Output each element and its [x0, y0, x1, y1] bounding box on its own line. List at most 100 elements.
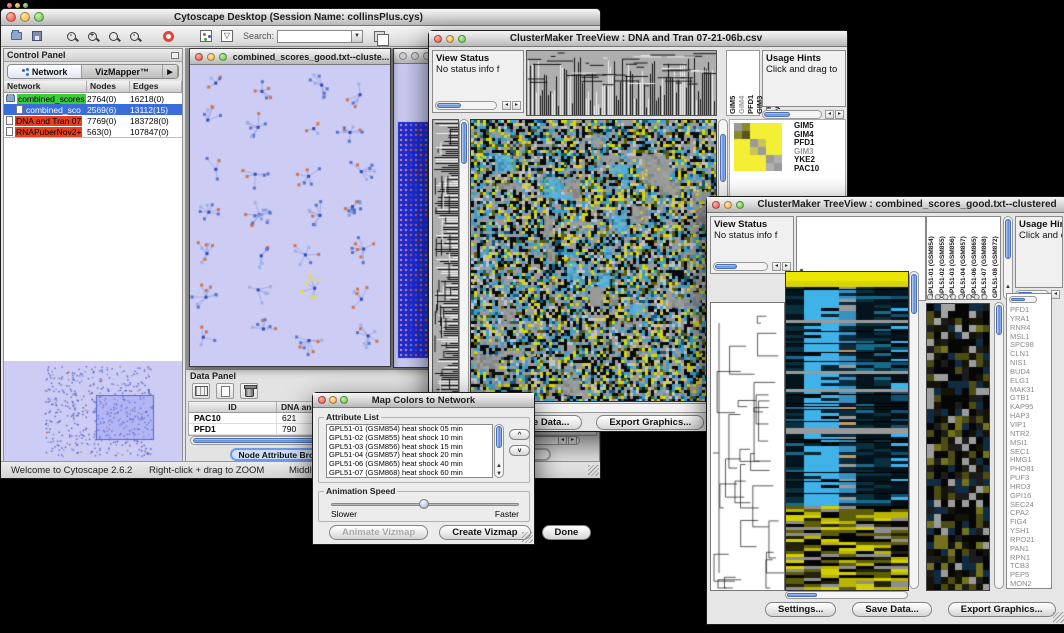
network-canvas[interactable] — [190, 65, 390, 366]
treeview2-titlebar[interactable]: ClusterMaker TreeView : combined_scores_… — [707, 197, 1064, 213]
table-row[interactable]: RNAPuberNov2+ 563(0) 107847(0) — [4, 126, 182, 137]
scroll-left-icon[interactable]: ◂ — [1051, 290, 1060, 299]
view-status-hscrollbar[interactable] — [435, 101, 497, 110]
scroll-up-icon[interactable]: ▲ — [496, 463, 502, 469]
treeview-action-button[interactable]: Save Data... — [852, 602, 931, 617]
tv1-main-heatmap[interactable] — [470, 119, 717, 402]
minimize-icon[interactable] — [20, 12, 30, 22]
tv1-left-vscrollbar[interactable] — [459, 119, 469, 400]
tv1-row-dendrogram[interactable] — [432, 119, 459, 402]
column-label[interactable]: GPL51-01 (GSM854) — [928, 218, 935, 298]
help-button[interactable] — [159, 28, 177, 44]
scrollbar-thumb[interactable] — [437, 103, 461, 108]
create-vizmap-button[interactable]: Create Vizmap — [439, 525, 530, 540]
column-label[interactable]: GPL51-04 (GSM857) — [960, 218, 967, 298]
scroll-thumb[interactable] — [1011, 298, 1025, 301]
close-icon[interactable] — [318, 396, 326, 404]
tv2-row-dendrogram[interactable] — [710, 302, 785, 591]
scroll-right-icon[interactable]: ▸ — [835, 110, 844, 119]
zoom-fit-button[interactable]: ▫ — [125, 28, 143, 44]
list-item[interactable]: GPL51-01 (GSM854) heat shock 05 min — [329, 425, 492, 434]
scrollbar-thumb[interactable] — [764, 112, 790, 117]
column-label[interactable]: GIM5 — [728, 52, 737, 114]
table-row-selected[interactable]: combined_sco 2569(6) 13112(15) — [4, 104, 182, 115]
column-id[interactable]: ID — [189, 402, 277, 412]
zoom-icon[interactable] — [458, 35, 466, 43]
treeview1-titlebar[interactable]: ClusterMaker TreeView : DNA and Tran 07-… — [429, 31, 847, 47]
resize-grip[interactable] — [588, 465, 599, 476]
search-combobox[interactable]: ▼ — [277, 30, 363, 43]
tv1-mini-heatmap[interactable] — [734, 123, 782, 171]
birdseye-canvas[interactable] — [4, 361, 182, 461]
column-label[interactable]: PFD1 — [746, 52, 755, 114]
column-network[interactable]: Network — [4, 81, 87, 92]
scroll-right-icon[interactable]: ▸ — [782, 262, 791, 271]
scrollbar-thumb[interactable] — [715, 264, 737, 269]
filter-button[interactable]: ▽ — [218, 28, 236, 44]
resize-grip[interactable] — [522, 532, 533, 543]
dialog-titlebar[interactable]: Map Colors to Network — [313, 393, 534, 408]
column-label[interactable]: GPL51-02 (GSM855) — [939, 218, 946, 298]
tv2-main-vscrollbar[interactable] — [909, 271, 919, 589]
column-label[interactable]: GPL51-06 (GSM865) — [971, 218, 978, 298]
tv1-col-dendrogram[interactable] — [526, 50, 717, 116]
scrollbar-thumb[interactable] — [911, 274, 917, 314]
scrollbar-thumb[interactable] — [720, 134, 726, 182]
scroll-right-icon[interactable]: ▸ — [568, 436, 577, 445]
zoom-out-button[interactable]: - — [62, 28, 80, 44]
done-button[interactable]: Done — [542, 525, 592, 540]
save-button[interactable] — [28, 28, 46, 44]
tv2-hscrollbar[interactable] — [785, 591, 908, 599]
animate-vizmap-button[interactable]: Animate Vizmap — [329, 525, 428, 540]
scrollbar-thumb[interactable] — [787, 593, 817, 597]
scrollbar-thumb[interactable] — [1005, 219, 1011, 259]
column-label[interactable]: GPL51-03 (GSM856) — [949, 218, 956, 298]
list-item[interactable]: GPL51-04 (GSM857) heat shock 20 min — [329, 451, 492, 460]
tv2-main-heatmap[interactable] — [785, 271, 909, 591]
usage-hints-hscrollbar[interactable] — [762, 110, 822, 119]
gene-label[interactable]: PAC10 — [794, 165, 819, 174]
scrollbar-thumb[interactable] — [461, 122, 467, 164]
scroll-right-icon[interactable]: ▸ — [512, 101, 521, 110]
tab-vizmapper[interactable]: VizMapper™ — [82, 65, 163, 78]
tab-overflow-arrow[interactable]: ▶ — [163, 65, 178, 78]
column-nodes[interactable]: Nodes — [87, 81, 130, 92]
chevron-down-icon[interactable]: ▼ — [351, 31, 362, 42]
zoom-in-button[interactable]: + — [83, 28, 101, 44]
treeview-action-button[interactable]: Export Graphics... — [596, 415, 704, 430]
network-view-titlebar[interactable]: combined_scores_good.txt--cluste... — [190, 49, 390, 65]
column-label[interactable]: GIM4 — [737, 52, 746, 114]
attribute-select-button[interactable] — [192, 383, 210, 399]
scroll-left-icon[interactable]: ◂ — [558, 436, 567, 445]
close-icon[interactable] — [6, 12, 16, 22]
minimize-icon[interactable] — [724, 201, 732, 209]
move-up-button[interactable]: ^ — [509, 429, 530, 440]
treeview-action-button[interactable]: Settings... — [765, 602, 836, 617]
annotation-button[interactable] — [370, 28, 388, 44]
close-icon[interactable] — [434, 35, 442, 43]
zoom-icon[interactable] — [219, 53, 227, 61]
list-item[interactable]: GPL51-03 (GSM856) heat shock 15 min — [329, 443, 492, 452]
network-view-window[interactable]: combined_scores_good.txt--cluste... — [189, 48, 391, 367]
gene-panel-hscrollbar[interactable] — [1009, 296, 1037, 303]
float-panel-icon[interactable] — [171, 52, 179, 59]
delete-attribute-button[interactable] — [240, 383, 258, 399]
tab-network[interactable]: Network — [8, 65, 82, 78]
scroll-up-icon[interactable]: ▲ — [1005, 284, 1011, 290]
zoom-icon[interactable] — [34, 12, 44, 22]
minimize-icon[interactable] — [329, 396, 337, 404]
column-edges[interactable]: Edges — [130, 81, 182, 92]
table-row[interactable]: combined_scores 2764(0) 16218(0) — [4, 93, 182, 104]
view-status-hscrollbar[interactable] — [713, 262, 768, 271]
open-file-button[interactable] — [7, 28, 25, 44]
resize-grip[interactable] — [1053, 612, 1064, 623]
minimize-icon[interactable] — [411, 52, 419, 60]
column-label[interactable]: GPL51-07 (GSM868) — [981, 218, 988, 298]
zoom-icon[interactable] — [736, 201, 744, 209]
move-down-button[interactable]: v — [509, 445, 530, 456]
close-icon[interactable] — [399, 52, 407, 60]
scroll-left-icon[interactable]: ◂ — [502, 101, 511, 110]
scrollbar-thumb[interactable] — [996, 305, 1002, 335]
column-label[interactable]: GPL51-08 (GSM872) — [992, 218, 999, 298]
list-item[interactable]: GPL51-06 (GSM865) heat shock 40 min — [329, 460, 492, 469]
